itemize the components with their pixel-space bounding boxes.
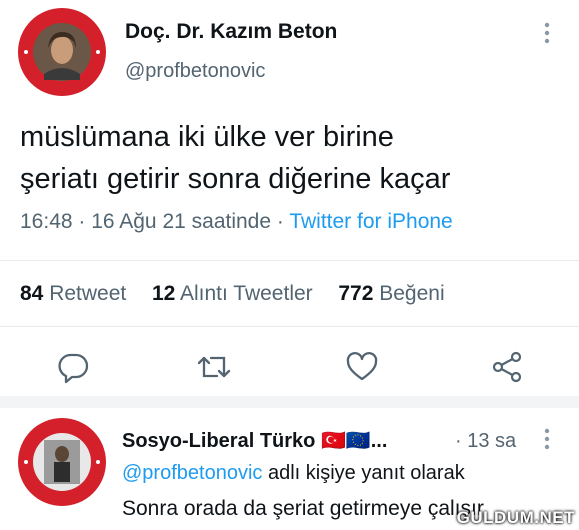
more-vertical-icon[interactable] <box>540 426 554 452</box>
divider <box>0 260 579 261</box>
reply-author-name[interactable]: Sosyo-Liberal Türko 🇹🇷🇪🇺... <box>122 428 387 453</box>
tweet-text: müslümana iki ülke ver birine şeriatı ge… <box>20 116 450 200</box>
tweet-source[interactable]: Twitter for iPhone <box>289 210 452 233</box>
avatar-badge <box>19 419 105 505</box>
reply-icon[interactable] <box>56 350 90 384</box>
quote-stat[interactable]: 12 Alıntı Tweetler <box>152 282 313 305</box>
watermark: GULDUM.NET <box>456 508 575 527</box>
author-handle[interactable]: @profbetonovic <box>125 60 265 83</box>
quote-count: 12 <box>151 282 176 305</box>
like-stat[interactable]: 772 Beğeni <box>338 282 444 305</box>
like-label: Beğeni <box>379 282 445 305</box>
retweet-stat[interactable]: 84 Retweet <box>20 282 126 305</box>
reply-time[interactable]: · 13 sa <box>455 430 516 453</box>
reply-author-flags: 🇹🇷🇪🇺... <box>320 430 388 452</box>
like-icon[interactable] <box>345 350 379 384</box>
section-divider <box>0 396 579 408</box>
quote-label: Alıntı Tweetler <box>179 282 313 305</box>
tweet-text-line: şeriatı getirir sonra diğerine kaçar <box>20 163 451 195</box>
replying-to-handle[interactable]: @profbetonovic <box>122 462 262 484</box>
avatar-badge <box>19 9 105 95</box>
replying-to-suffix: adlı kişiye yanıt olarak <box>262 462 465 484</box>
like-count: 772 <box>338 282 374 305</box>
author-name[interactable]: Doç. Dr. Kazım Beton <box>125 20 337 44</box>
tweet-meta: 16:48 · 16 Ağu 21 saatinde · Twitter for… <box>20 210 453 234</box>
retweet-icon[interactable] <box>196 350 232 384</box>
reply-text: Sonra orada da şeriat getirmeye çalışır <box>122 497 484 520</box>
tweet-timestamp[interactable]: 16:48 · 16 Ağu 21 saatinde · <box>20 210 289 233</box>
share-icon[interactable] <box>490 350 524 384</box>
reply-author-name-text: Sosyo-Liberal Türko <box>122 430 321 452</box>
reply-author-avatar[interactable] <box>18 418 106 506</box>
divider <box>0 326 579 327</box>
tweet-text-line: müslümana iki ülke ver birine <box>20 121 394 153</box>
author-avatar[interactable] <box>18 8 106 96</box>
more-vertical-icon[interactable] <box>540 20 554 46</box>
tweet-stats: 84 Retweet 12 Alıntı Tweetler 772 Beğeni <box>20 282 445 306</box>
replying-to: @profbetonovic adlı kişiye yanıt olarak <box>122 462 465 485</box>
retweet-label: Retweet <box>49 282 127 305</box>
retweet-count: 84 <box>20 282 44 305</box>
